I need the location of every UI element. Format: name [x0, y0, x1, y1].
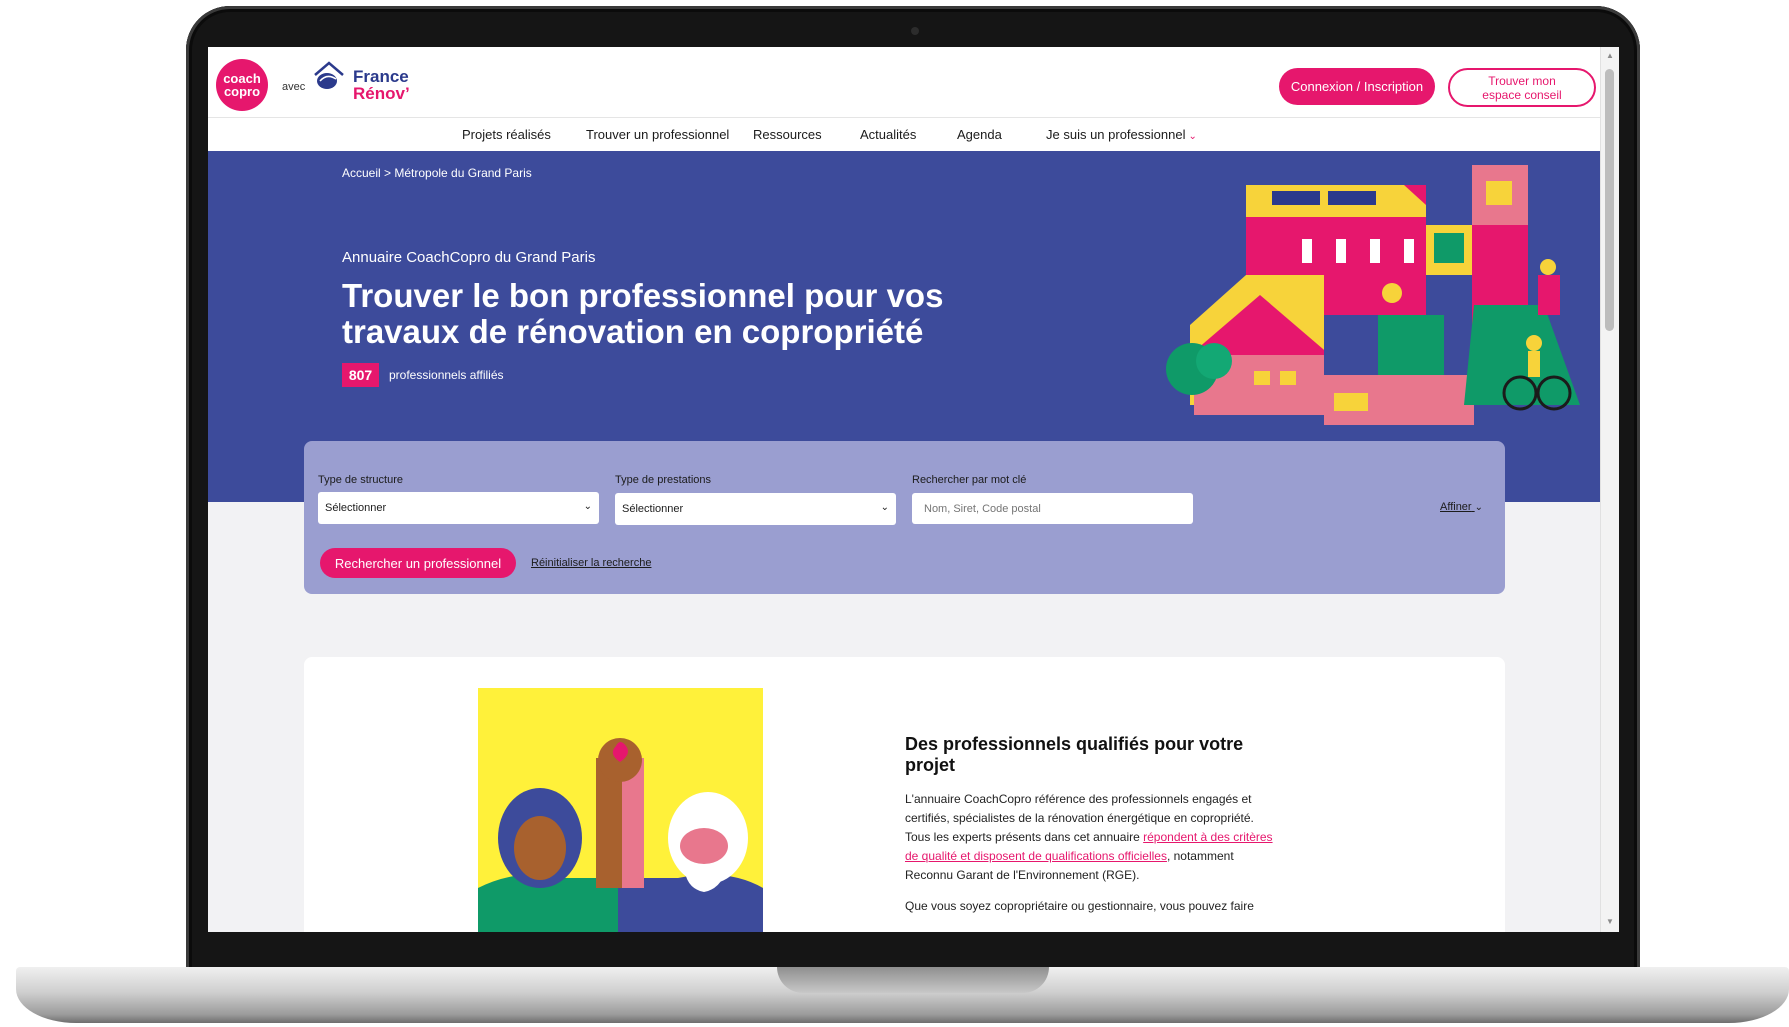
card-paragraph-1: L'annuaire CoachCopro référence des prof… [905, 790, 1275, 885]
espace-conseil-line1: Trouver mon [1488, 73, 1556, 88]
people-high-five-illustration [478, 688, 763, 932]
main-nav: Projets réalisés Trouver un professionne… [208, 117, 1600, 151]
count-label: professionnels affiliés [389, 368, 504, 382]
webcam-icon [911, 27, 919, 35]
scroll-thumb[interactable] [1605, 69, 1614, 331]
card-title: Des professionnels qualifiés pour votre … [905, 734, 1244, 775]
browser-viewport: coach copro avec France Rénov’ Connexion… [208, 47, 1619, 932]
count-badge: 807 [342, 363, 379, 387]
card-paragraph-2: Que vous soyez copropriétaire ou gestion… [905, 899, 1254, 913]
search-professional-button[interactable]: Rechercher un professionnel [320, 548, 516, 578]
keyword-search-input[interactable] [912, 493, 1193, 524]
chevron-down-icon: ⌄ [880, 502, 889, 513]
affiner-label: Affiner [1440, 501, 1472, 513]
prestations-select[interactable]: Sélectionner ⌄ [615, 493, 896, 525]
structure-select-value: Sélectionner [325, 502, 387, 514]
chevron-down-icon: ⌄ [1188, 131, 1197, 142]
nav-item-ressources[interactable]: Ressources [753, 127, 822, 142]
france-renov-logo-line2: Rénov’ [353, 84, 410, 103]
prestations-label: Type de prestations [615, 474, 712, 486]
chevron-down-icon: ⌄ [1474, 502, 1484, 513]
laptop-base-notch [777, 967, 1049, 993]
espace-conseil-button[interactable]: Trouver mon espace conseil [1448, 68, 1596, 107]
page-title: Trouver le bon professionnel pour vos tr… [342, 277, 944, 350]
nav-item-agenda[interactable]: Agenda [957, 127, 1002, 142]
breadcrumb[interactable]: Accueil > Métropole du Grand Paris [342, 166, 532, 180]
reset-search-link[interactable]: Réinitialiser la recherche [531, 557, 651, 569]
affiner-toggle[interactable]: Affiner ⌄ [1440, 501, 1483, 513]
scroll-down-arrow-icon[interactable]: ▼ [1606, 917, 1614, 926]
laptop-mockup: coach copro avec France Rénov’ Connexion… [0, 0, 1789, 1027]
search-filters-panel: Type de structure Sélectionner ⌄ Type de… [304, 441, 1505, 594]
nav-item-je-suis-pro-label: Je suis un professionnel [1046, 127, 1186, 142]
nav-item-je-suis-pro[interactable]: Je suis un professionnel ⌄ [1046, 127, 1197, 142]
nav-item-actualites[interactable]: Actualités [860, 127, 916, 142]
coachcopro-logo[interactable]: coach copro [216, 59, 268, 111]
scroll-up-arrow-icon[interactable]: ▲ [1606, 51, 1614, 60]
structure-select[interactable]: Sélectionner ⌄ [318, 492, 599, 524]
qualified-pros-card: Des professionnels qualifiés pour votre … [304, 657, 1505, 932]
espace-conseil-line2: espace conseil [1482, 87, 1562, 102]
avec-label: avec [282, 81, 306, 93]
site-header: coach copro avec France Rénov’ Connexion… [208, 47, 1600, 119]
prestations-select-value: Sélectionner [622, 503, 684, 515]
coachcopro-logo-text: coach copro [223, 71, 261, 99]
page-scrollbar[interactable]: ▲ ▼ [1600, 47, 1619, 932]
structure-label: Type de structure [318, 474, 403, 486]
nav-item-projets[interactable]: Projets réalisés [462, 127, 551, 142]
nav-item-trouver[interactable]: Trouver un professionnel [586, 127, 729, 142]
hero-subtitle: Annuaire CoachCopro du Grand Paris [342, 249, 596, 266]
connexion-button[interactable]: Connexion / Inscription [1279, 68, 1435, 105]
house-roof-icon [314, 61, 344, 89]
keyword-label: Rechercher par mot clé [912, 474, 1027, 486]
chevron-down-icon: ⌄ [583, 501, 592, 512]
